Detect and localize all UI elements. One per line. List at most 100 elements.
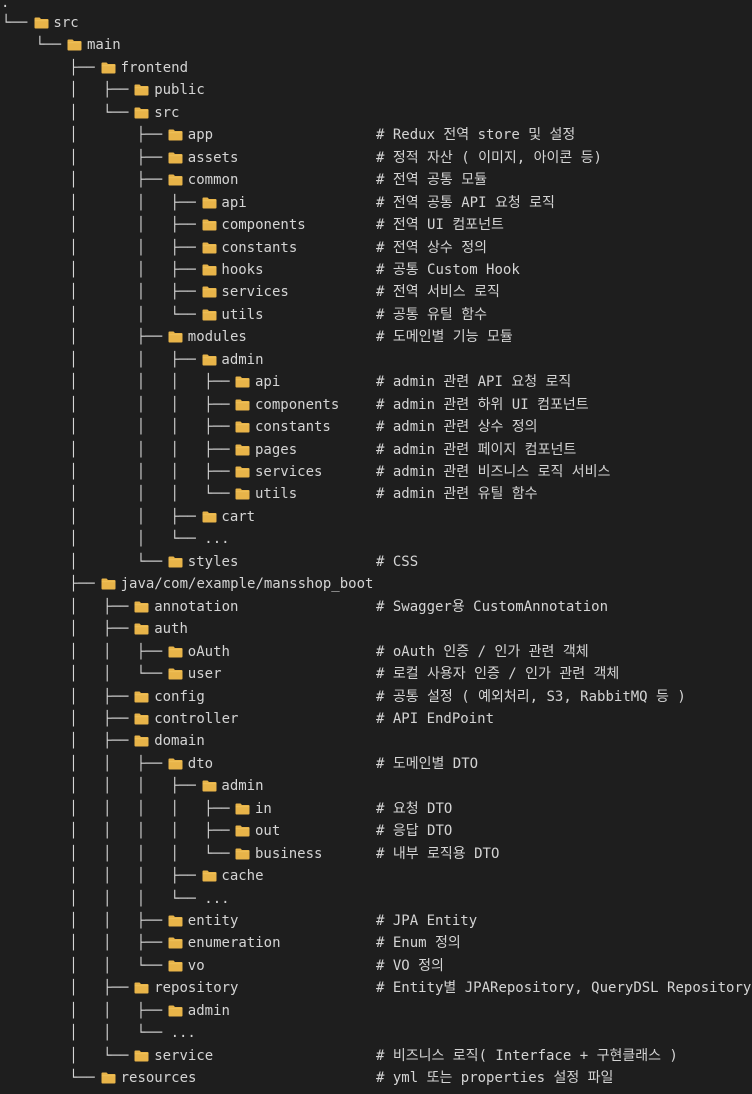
tree-connector: └── <box>2 15 36 31</box>
folder-name[interactable]: in <box>255 798 272 820</box>
folder-name[interactable]: controller <box>154 708 238 730</box>
folder-icon <box>134 623 149 635</box>
folder-icon <box>168 937 183 949</box>
folder-name[interactable]: admin <box>221 775 263 797</box>
tree-row: │ │ ├── api # 전역 공통 API 요청 로직 <box>0 192 752 214</box>
folder-name[interactable]: vo <box>188 955 205 977</box>
folder-icon <box>168 668 183 680</box>
folder-name[interactable]: auth <box>154 618 188 640</box>
folder-comment: # oAuth 인증 / 인가 관련 객체 <box>376 643 589 660</box>
tree-connector: │ │ └── ... <box>2 1025 196 1042</box>
folder-name[interactable]: common <box>188 169 239 191</box>
folder-name[interactable]: app <box>188 124 213 146</box>
tree-row: │ ├── common # 전역 공통 모듈 <box>0 169 752 191</box>
tree-row: │ │ └── utils # 공통 유틸 함수 <box>0 304 752 326</box>
folder-name[interactable]: annotation <box>154 596 238 618</box>
folder-name[interactable]: hooks <box>221 259 263 281</box>
folder-name[interactable]: cart <box>221 506 255 528</box>
folder-name[interactable]: constants <box>221 237 297 259</box>
folder-icon <box>168 556 183 568</box>
folder-name[interactable]: utils <box>255 483 297 505</box>
tree-row: │ │ │ │ ├── out # 응답 DTO <box>0 820 752 842</box>
folder-name[interactable]: entity <box>188 910 239 932</box>
folder-name[interactable]: admin <box>188 1000 230 1022</box>
tree-row: │ │ └── vo # VO 정의 <box>0 955 752 977</box>
folder-name[interactable]: src <box>53 12 78 34</box>
folder-name[interactable]: styles <box>188 551 239 573</box>
folder-name[interactable]: components <box>221 214 305 236</box>
folder-name[interactable]: modules <box>188 326 247 348</box>
tree-connector: ├── <box>2 59 104 76</box>
folder-comment: # CSS <box>376 553 419 570</box>
folder-name[interactable]: enumeration <box>188 932 281 954</box>
folder-name[interactable]: services <box>255 461 322 483</box>
tree-row: └── src <box>0 12 752 34</box>
tree-connector: │ │ ├── <box>2 217 205 234</box>
folder-name[interactable]: out <box>255 820 280 842</box>
folder-name[interactable]: api <box>255 371 280 393</box>
folder-name[interactable]: src <box>154 102 179 124</box>
folder-icon <box>235 376 250 388</box>
folder-icon <box>134 982 149 994</box>
tree-connector: │ ├── <box>2 710 137 727</box>
folder-name[interactable]: java/com/example/mansshop_boot <box>121 573 374 595</box>
folder-name[interactable]: assets <box>188 147 239 169</box>
folder-name[interactable]: domain <box>154 730 205 752</box>
folder-comment: # 공통 설정 ( 예외처리, S3, RabbitMQ 등 ) <box>376 688 686 705</box>
folder-name[interactable]: config <box>154 686 205 708</box>
folder-name[interactable]: public <box>154 79 205 101</box>
folder-name[interactable]: constants <box>255 416 331 438</box>
folder-name[interactable]: admin <box>221 349 263 371</box>
folder-name[interactable]: resources <box>121 1067 197 1089</box>
folder-comment: # Redux 전역 store 및 설정 <box>376 127 576 144</box>
folder-icon <box>235 421 250 433</box>
folder-name[interactable]: business <box>255 843 322 865</box>
folder-icon <box>134 601 149 613</box>
tree-connector: │ ├── <box>2 329 171 346</box>
folder-name[interactable]: frontend <box>121 57 188 79</box>
folder-name[interactable]: components <box>255 394 339 416</box>
folder-name[interactable]: services <box>221 281 288 303</box>
folder-comment: # admin 관련 API 요청 로직 <box>376 374 572 391</box>
tree-connector: │ │ ├── <box>2 351 205 368</box>
tree-row: │ │ ├── cart <box>0 506 752 528</box>
tree-row: │ └── styles # CSS <box>0 551 752 573</box>
folder-name[interactable]: dto <box>188 753 213 775</box>
tree-connector: │ │ │ ├── <box>2 396 239 413</box>
folder-icon <box>101 62 116 74</box>
folder-comment: # VO 정의 <box>376 957 444 974</box>
folder-name[interactable]: main <box>87 34 121 56</box>
tree-connector: │ └── <box>2 553 171 570</box>
folder-icon <box>202 780 217 792</box>
tree-row: │ │ ├── entity # JPA Entity <box>0 910 752 932</box>
folder-name[interactable]: service <box>154 1045 213 1067</box>
folder-comment: # 공통 유틸 함수 <box>376 306 487 323</box>
tree-row: ├── frontend <box>0 57 752 79</box>
tree-row: │ │ ├── enumeration # Enum 정의 <box>0 932 752 954</box>
tree-row: │ │ ├── admin <box>0 349 752 371</box>
tree-row: │ ├── annotation # Swagger용 CustomAnnotat… <box>0 596 752 618</box>
tree-row: │ ├── auth <box>0 618 752 640</box>
tree-row: │ │ │ ├── components # admin 관련 하위 UI 컴포넌… <box>0 394 752 416</box>
folder-comment: # 비즈니스 로직( Interface + 구현클래스 ) <box>376 1047 678 1064</box>
folder-icon <box>134 691 149 703</box>
folder-comment: # 도메인별 기능 모듈 <box>376 329 513 346</box>
folder-comment: # admin 관련 하위 UI 컴포넌트 <box>376 396 589 413</box>
folder-name[interactable]: utils <box>221 304 263 326</box>
tree-row: │ │ ├── components # 전역 UI 컴포넌트 <box>0 214 752 236</box>
folder-name[interactable]: api <box>221 192 246 214</box>
folder-icon <box>134 107 149 119</box>
folder-name[interactable]: repository <box>154 977 238 999</box>
tree-connector: │ │ ├── <box>2 261 205 278</box>
tree-row: └── resources # yml 또는 properties 설정 파일 <box>0 1067 752 1089</box>
tree-row: │ │ ├── hooks # 공통 Custom Hook <box>0 259 752 281</box>
folder-name[interactable]: pages <box>255 439 297 461</box>
tree-connector: │ │ │ ├── <box>2 419 239 436</box>
folder-name[interactable]: cache <box>221 865 263 887</box>
tree-row: │ │ │ ├── constants # admin 관련 상수 정의 <box>0 416 752 438</box>
tree-row: │ ├── config # 공통 설정 ( 예외처리, S3, RabbitMQ… <box>0 686 752 708</box>
tree-connector: │ ├── <box>2 733 137 750</box>
folder-name[interactable]: oAuth <box>188 641 230 663</box>
folder-name[interactable]: user <box>188 663 222 685</box>
tree-row: │ │ │ ├── cache <box>0 865 752 887</box>
